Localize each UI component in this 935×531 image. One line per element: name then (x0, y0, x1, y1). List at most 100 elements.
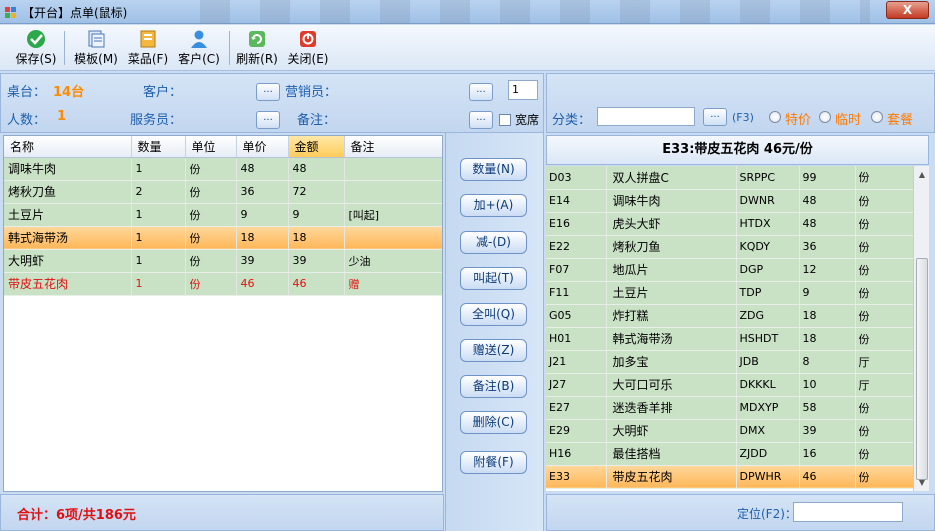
dish-price: 48 (799, 189, 856, 213)
quantity-button[interactable]: 数量(N) (460, 158, 527, 181)
dish-row[interactable]: D03 双人拼盘C SRPPC 99 份 (546, 166, 913, 190)
order-info-panel: 桌台： 14台 客户： ... 营销员： ... 1 人数： 1 服务员： ..… (0, 73, 544, 133)
col-unit-header[interactable]: 单位 (185, 136, 237, 158)
note-picker-button[interactable]: ... (469, 111, 493, 129)
dish-code: E27 (546, 396, 607, 420)
dish-row[interactable]: F11 土豆片 TDP 9 份 (546, 281, 913, 305)
call-all-button[interactable]: 全叫(Q) (460, 303, 527, 326)
dish-abbr: DKKKL (736, 373, 800, 397)
customer-button[interactable]: 客户(C) (176, 27, 222, 69)
category-input[interactable] (597, 107, 695, 126)
gift-button[interactable]: 赠送(Z) (460, 339, 527, 362)
check-icon (27, 30, 45, 48)
locate-input[interactable] (793, 502, 903, 522)
category-picker-button[interactable]: ... (703, 108, 727, 126)
dish-list-scrollbar[interactable]: ▲ ▼ (913, 166, 929, 491)
dish-price: 18 (799, 327, 856, 351)
customer-picker-button[interactable]: ... (256, 83, 280, 101)
note-button[interactable]: 备注(B) (460, 375, 527, 398)
add-button[interactable]: 加+(A) (460, 194, 527, 217)
refresh-icon (249, 31, 265, 47)
window-title: 【开台】点单(鼠标) (22, 6, 128, 20)
dish-row[interactable]: G05 炸打糕 ZDG 18 份 (546, 304, 913, 328)
dish-abbr: MDXYP (736, 396, 800, 420)
order-row[interactable]: 大明虾 1 份 39 39 少油 (4, 249, 442, 273)
minus-button[interactable]: 减-(D) (460, 231, 527, 254)
dish-price: 18 (799, 304, 856, 328)
refresh-button[interactable]: 刷新(R) (235, 27, 279, 69)
app-icon (5, 7, 16, 18)
wide-seat-checkbox[interactable] (499, 114, 511, 126)
col-qty-header[interactable]: 数量 (131, 136, 186, 158)
dish-row[interactable]: E22 烤秋刀鱼 KQDY 36 份 (546, 235, 913, 259)
waiter-picker-button[interactable]: ... (256, 111, 280, 129)
dish-abbr: KQDY (736, 235, 800, 259)
dish-abbr: HTDX (736, 212, 800, 236)
order-row[interactable]: 烤秋刀鱼 2 份 36 72 (4, 180, 442, 204)
special-radio[interactable] (769, 111, 781, 123)
dish-code: E33 (546, 465, 607, 489)
wide-seat-label: 宽席 (515, 113, 540, 127)
col-amount-header[interactable]: 金额 (288, 136, 345, 158)
dish-code: E16 (546, 212, 607, 236)
dish-name: 带皮五花肉 (606, 465, 737, 489)
scroll-thumb[interactable] (916, 258, 928, 480)
dish-price: 10 (799, 373, 856, 397)
dish-row-selected[interactable]: E33 带皮五花肉 DPWHR 46 份 (546, 465, 913, 489)
title-decoration (170, 0, 870, 24)
save-button[interactable]: 保存(S) (14, 27, 58, 69)
order-row-selected[interactable]: 韩式海带汤 1 份 18 18 (4, 226, 442, 250)
dish-name: 土豆片 (606, 281, 737, 305)
hold-button[interactable]: 叫起(T) (460, 267, 527, 290)
delete-button[interactable]: 删除(C) (460, 411, 527, 434)
dish-row[interactable]: H01 韩式海带汤 HSHDT 18 份 (546, 327, 913, 351)
dish-abbr: ZDG (736, 304, 800, 328)
window-close-button[interactable]: X (886, 1, 929, 19)
set-meal-radio[interactable] (871, 111, 883, 123)
toolbar: 保存(S) 模板(M) 菜品(F) 客户(C) 刷新(R) 关闭(E) (0, 25, 935, 71)
dish-price: 39 (799, 419, 856, 443)
dish-unit: 份 (855, 258, 913, 282)
order-row-gift[interactable]: 带皮五花肉 1 份 46 46 赠 (4, 272, 442, 296)
dish-row[interactable]: E14 调味牛肉 DWNR 48 份 (546, 189, 913, 213)
temp-radio[interactable] (819, 111, 831, 123)
order-row[interactable]: 土豆片 1 份 9 9 [叫起] (4, 203, 442, 227)
table-label: 桌台： (7, 85, 47, 100)
dish-button[interactable]: 菜品(F) (127, 27, 169, 69)
sales-picker-button[interactable]: ... (469, 83, 493, 101)
side-dish-button[interactable]: 附餐(F) (460, 451, 527, 474)
dish-name: 大可口可乐 (606, 373, 737, 397)
close-button[interactable]: 关闭(E) (286, 27, 330, 69)
dish-row[interactable]: E27 迷迭香羊排 MDXYP 58 份 (546, 396, 913, 420)
dish-row[interactable]: E16 虎头大虾 HTDX 48 份 (546, 212, 913, 236)
count-field[interactable]: 1 (508, 80, 538, 100)
col-name-header[interactable]: 名称 (4, 136, 132, 158)
dish-row[interactable]: F07 地瓜片 DGP 12 份 (546, 258, 913, 282)
template-button[interactable]: 模板(M) (71, 27, 121, 69)
scroll-down-arrow[interactable]: ▼ (916, 476, 928, 490)
dish-unit: 份 (855, 396, 913, 420)
dish-row[interactable]: E29 大明虾 DMX 39 份 (546, 419, 913, 443)
dish-abbr: SRPPC (736, 166, 800, 190)
locate-label: 定位(F2)： (737, 507, 797, 521)
dish-abbr: JDB (736, 350, 800, 374)
table-value: 14台 (53, 85, 85, 100)
dish-row[interactable]: J27 大可口可乐 DKKKL 10 厅 (546, 373, 913, 397)
customer-icon (191, 30, 207, 48)
toolbar-separator (229, 31, 230, 65)
dish-abbr: DMX (736, 419, 800, 443)
dish-code: J27 (546, 373, 607, 397)
dish-icon (140, 30, 156, 48)
dish-code: D03 (546, 166, 607, 190)
dish-row[interactable]: H16 最佳搭档 ZJDD 16 份 (546, 442, 913, 466)
order-row[interactable]: 调味牛肉 1 份 48 48 (4, 157, 442, 181)
dish-unit: 份 (855, 442, 913, 466)
col-price-header[interactable]: 单价 (236, 136, 289, 158)
dish-code: J21 (546, 350, 607, 374)
dish-name: 大明虾 (606, 419, 737, 443)
scroll-up-arrow[interactable]: ▲ (916, 168, 928, 182)
dish-name: 烤秋刀鱼 (606, 235, 737, 259)
dish-price: 58 (799, 396, 856, 420)
col-note-header[interactable]: 备注 (344, 136, 442, 158)
dish-row[interactable]: J21 加多宝 JDB 8 厅 (546, 350, 913, 374)
